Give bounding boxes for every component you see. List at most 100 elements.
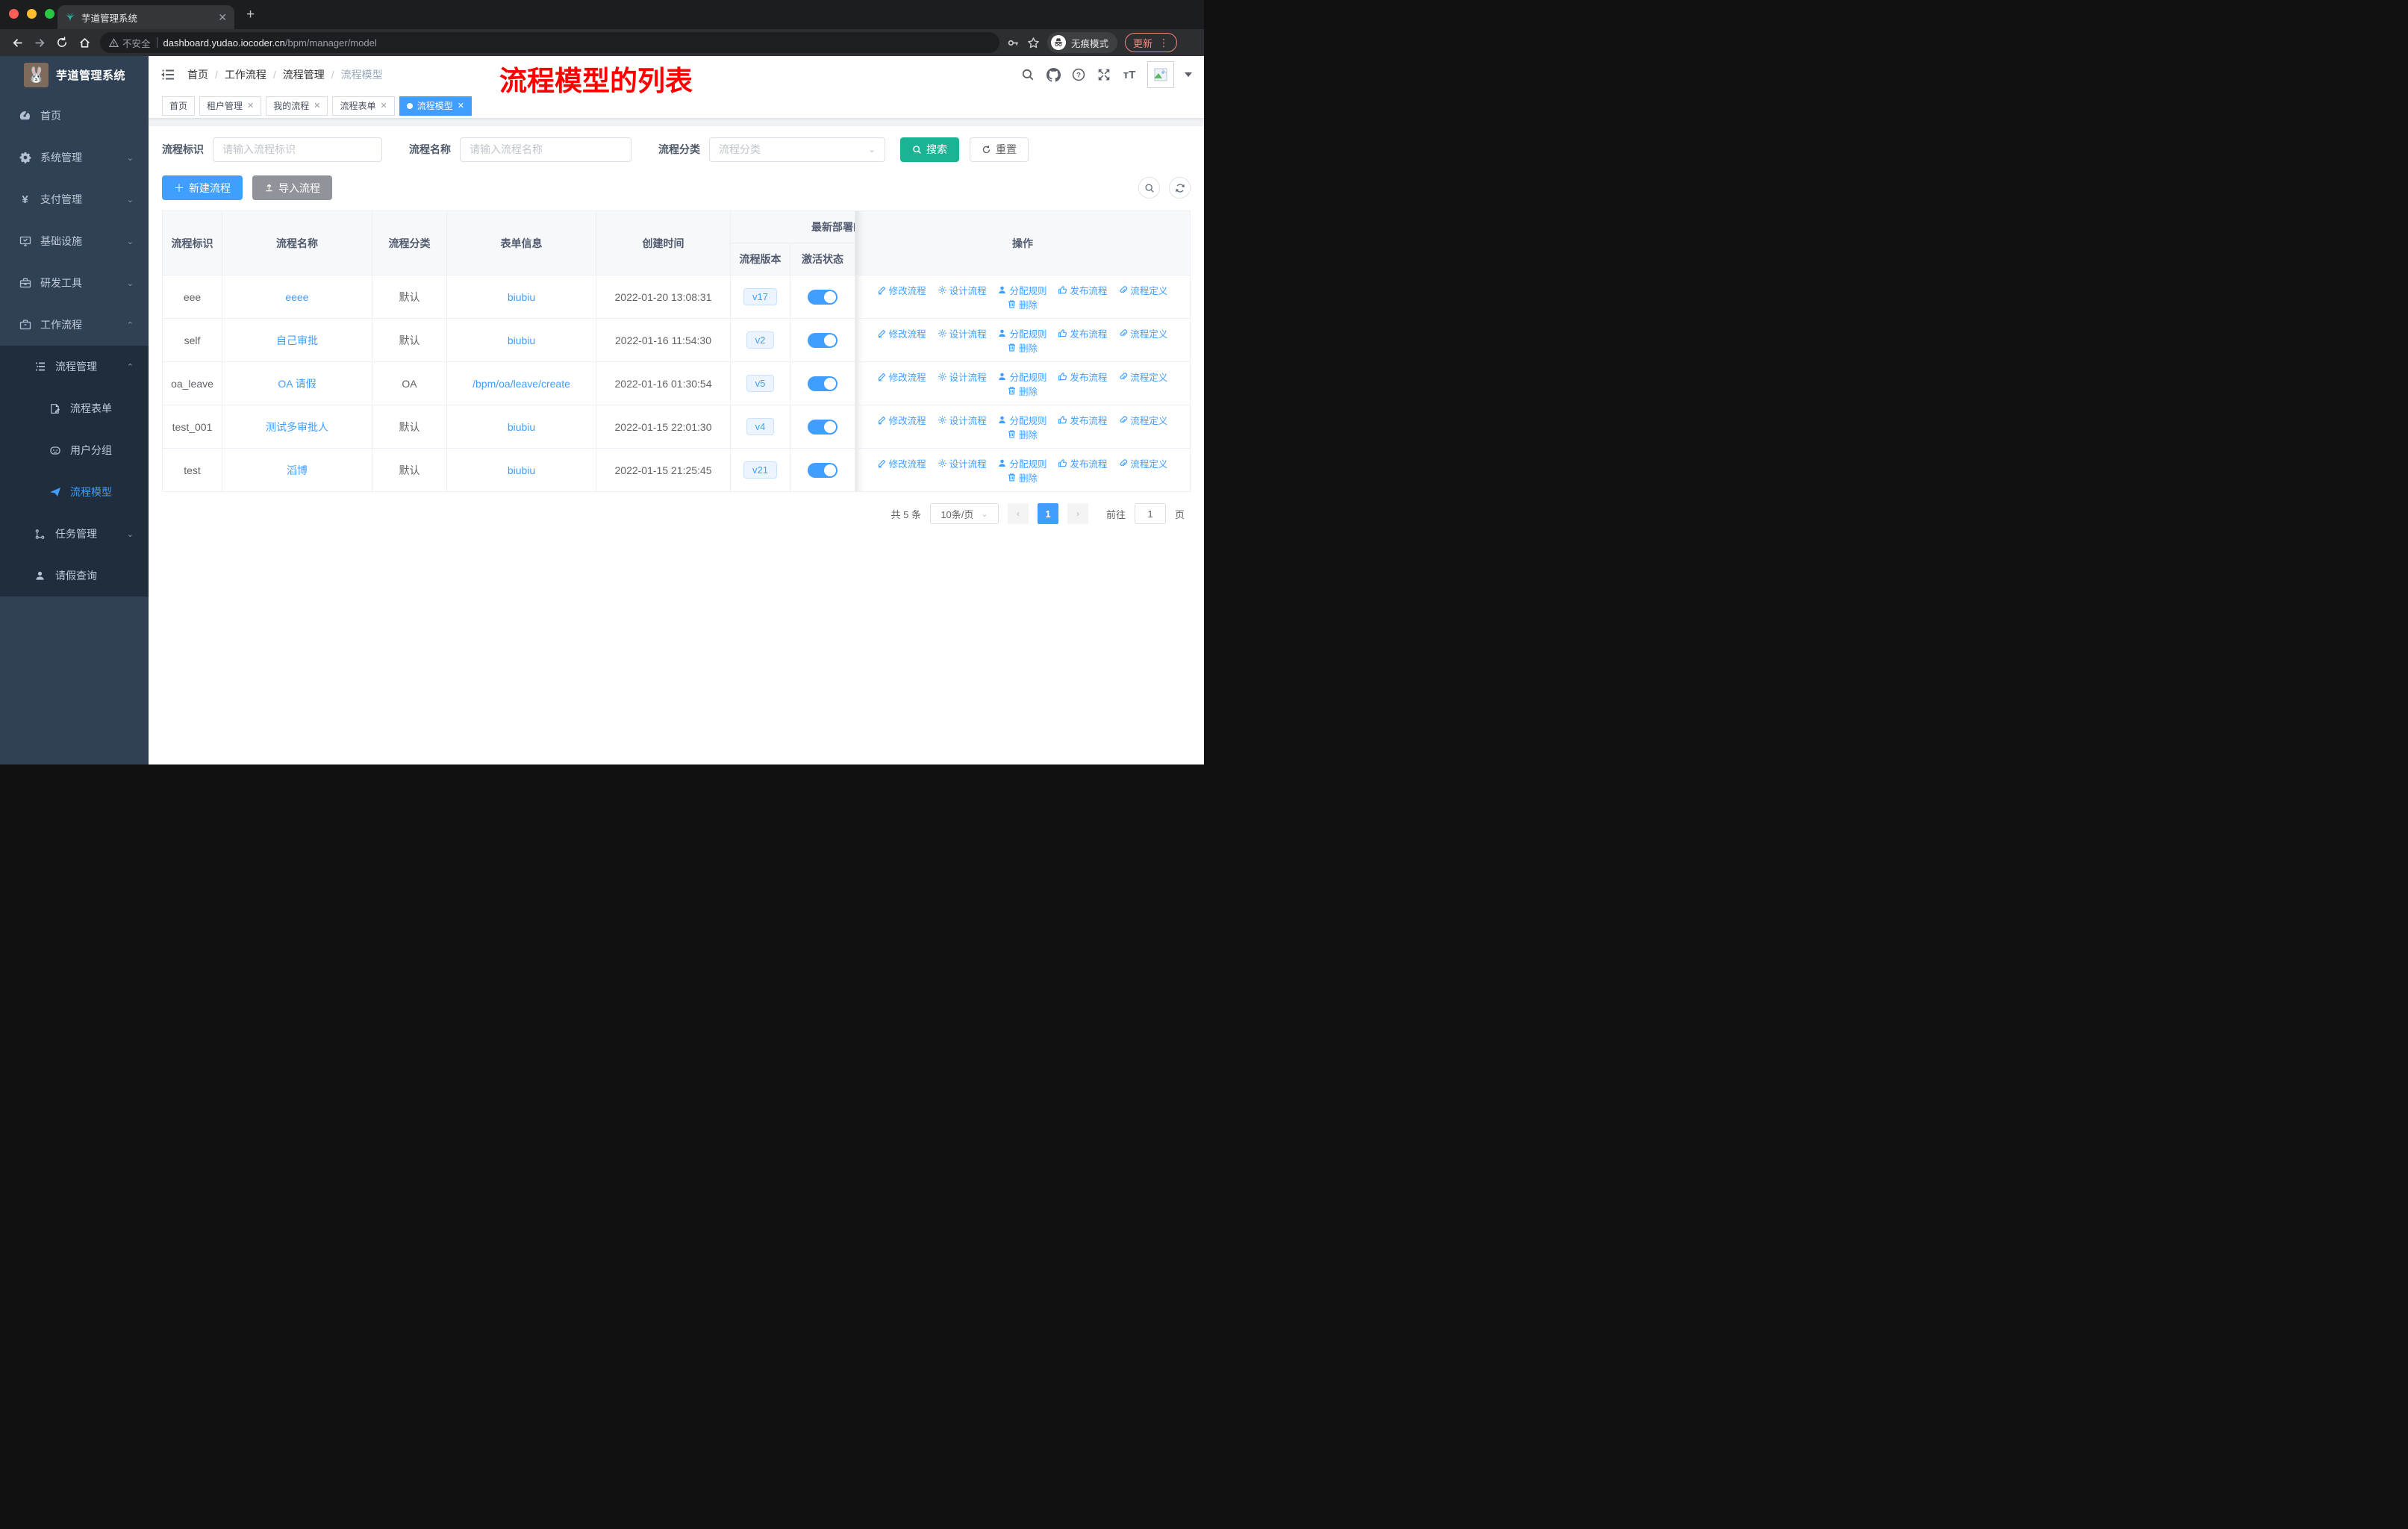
sidebar-item-process-model[interactable]: 流程模型	[0, 471, 149, 513]
process-name-link[interactable]: OA 请假	[278, 378, 316, 390]
tag-close-icon[interactable]: ✕	[458, 101, 464, 110]
bookmark-star-icon[interactable]	[1027, 37, 1040, 49]
home-icon[interactable]	[73, 31, 96, 54]
assign-rule-link[interactable]: 分配规则	[997, 326, 1047, 340]
process-name-link[interactable]: eeee	[285, 291, 308, 303]
tag-close-icon[interactable]: ✕	[314, 101, 320, 110]
sidebar-item-devtools[interactable]: 研发工具 ⌄	[0, 262, 149, 304]
publish-process-link[interactable]: 发布流程	[1058, 370, 1107, 384]
new-tab-button[interactable]: +	[246, 7, 255, 22]
form-info-link[interactable]: /bpm/oa/leave/create	[472, 378, 570, 390]
process-definition-link[interactable]: 流程定义	[1118, 370, 1167, 384]
form-info-link[interactable]: biubiu	[508, 421, 535, 433]
publish-process-link[interactable]: 发布流程	[1058, 326, 1107, 340]
forward-icon[interactable]	[28, 31, 51, 54]
assign-rule-link[interactable]: 分配规则	[997, 283, 1047, 297]
help-icon[interactable]: ?	[1071, 67, 1086, 82]
category-select[interactable]: 流程分类 ⌄	[709, 137, 885, 162]
design-process-link[interactable]: 设计流程	[938, 370, 987, 384]
process-name-link[interactable]: 滔博	[287, 464, 308, 476]
assign-rule-link[interactable]: 分配规则	[997, 456, 1047, 470]
sidebar-item-payment[interactable]: ¥ 支付管理 ⌄	[0, 178, 149, 220]
key-icon[interactable]	[1007, 37, 1020, 49]
form-info-link[interactable]: biubiu	[508, 464, 535, 476]
current-page-button[interactable]: 1	[1037, 503, 1058, 524]
active-toggle[interactable]	[808, 462, 838, 478]
back-icon[interactable]	[6, 31, 28, 54]
sidebar-item-home[interactable]: 首页	[0, 95, 149, 137]
edit-process-link[interactable]: 修改流程	[877, 326, 926, 340]
browser-menu-icon[interactable]: ⋮	[1158, 37, 1169, 49]
edit-process-link[interactable]: 修改流程	[877, 413, 926, 427]
tag-my-process[interactable]: 我的流程 ✕	[266, 96, 328, 116]
publish-process-link[interactable]: 发布流程	[1058, 283, 1107, 297]
show-search-icon[interactable]	[1138, 177, 1160, 199]
process-definition-link[interactable]: 流程定义	[1118, 456, 1167, 470]
edit-process-link[interactable]: 修改流程	[877, 456, 926, 470]
avatar[interactable]	[1147, 61, 1174, 88]
prev-page-button[interactable]: ‹	[1007, 503, 1029, 524]
github-icon[interactable]	[1046, 67, 1061, 82]
tag-tenant[interactable]: 租户管理 ✕	[199, 96, 262, 116]
sidebar-item-system[interactable]: 系统管理 ⌄	[0, 137, 149, 178]
next-page-button[interactable]: ›	[1067, 503, 1088, 524]
maximize-window-button[interactable]	[45, 9, 54, 19]
refresh-icon[interactable]	[1169, 177, 1191, 199]
reload-icon[interactable]	[51, 31, 73, 54]
sidebar-item-task-mgmt[interactable]: 任务管理 ⌄	[0, 513, 149, 555]
url-bar[interactable]: 不安全 dashboard.yudao.iocoder.cn/bpm/manag…	[100, 32, 999, 53]
tag-home[interactable]: 首页	[162, 96, 196, 116]
breadcrumb-workflow[interactable]: 工作流程	[225, 67, 266, 82]
edit-process-link[interactable]: 修改流程	[877, 283, 926, 297]
sidebar-item-workflow[interactable]: 工作流程 ⌃	[0, 304, 149, 346]
search-icon[interactable]	[1020, 67, 1035, 82]
design-process-link[interactable]: 设计流程	[938, 283, 987, 297]
tag-close-icon[interactable]: ✕	[381, 101, 387, 110]
design-process-link[interactable]: 设计流程	[938, 413, 987, 427]
assign-rule-link[interactable]: 分配规则	[997, 413, 1047, 427]
avatar-caret-icon[interactable]	[1185, 72, 1192, 77]
font-size-icon[interactable]: ᴛT	[1122, 67, 1137, 82]
minimize-window-button[interactable]	[27, 9, 37, 19]
sidebar-item-process-form[interactable]: 流程表单	[0, 387, 149, 429]
design-process-link[interactable]: 设计流程	[938, 456, 987, 470]
window-controls[interactable]	[9, 9, 54, 19]
create-process-button[interactable]: ＋ 新建流程	[162, 175, 243, 200]
close-window-button[interactable]	[9, 9, 19, 19]
sidebar-item-user-group[interactable]: 用户分组	[0, 429, 149, 471]
publish-process-link[interactable]: 发布流程	[1058, 413, 1107, 427]
page-size-select[interactable]: 10条/页 ⌄	[929, 503, 999, 524]
edit-process-link[interactable]: 修改流程	[877, 370, 926, 384]
search-button[interactable]: 搜索	[900, 137, 959, 162]
form-info-link[interactable]: biubiu	[508, 334, 535, 346]
delete-link[interactable]: 删除	[1007, 470, 1038, 485]
sidebar-item-process-mgmt[interactable]: 流程管理 ⌃	[0, 346, 149, 387]
import-process-button[interactable]: 导入流程	[252, 175, 332, 200]
process-key-input[interactable]	[213, 137, 382, 162]
breadcrumb-home[interactable]: 首页	[187, 67, 208, 82]
form-info-link[interactable]: biubiu	[508, 291, 535, 303]
breadcrumb-process-mgmt[interactable]: 流程管理	[283, 67, 325, 82]
process-name-link[interactable]: 自己审批	[276, 334, 318, 346]
process-definition-link[interactable]: 流程定义	[1118, 326, 1167, 340]
delete-link[interactable]: 删除	[1007, 427, 1038, 441]
active-toggle[interactable]	[808, 289, 838, 305]
delete-link[interactable]: 删除	[1007, 340, 1038, 355]
assign-rule-link[interactable]: 分配规则	[997, 370, 1047, 384]
process-name-input[interactable]	[460, 137, 631, 162]
publish-process-link[interactable]: 发布流程	[1058, 456, 1107, 470]
fullscreen-icon[interactable]	[1097, 67, 1111, 82]
delete-link[interactable]: 删除	[1007, 297, 1038, 311]
tag-close-icon[interactable]: ✕	[247, 101, 254, 110]
tab-close-icon[interactable]: ✕	[218, 11, 227, 24]
delete-link[interactable]: 删除	[1007, 384, 1038, 398]
active-toggle[interactable]	[808, 376, 838, 391]
security-warning[interactable]: 不安全	[109, 36, 151, 50]
active-toggle[interactable]	[808, 419, 838, 435]
design-process-link[interactable]: 设计流程	[938, 326, 987, 340]
sidebar-item-infra[interactable]: 基础设施 ⌄	[0, 220, 149, 262]
browser-update-button[interactable]: 更新 ⋮	[1125, 33, 1178, 52]
process-definition-link[interactable]: 流程定义	[1118, 283, 1167, 297]
sidebar-item-leave-query[interactable]: 请假查询	[0, 555, 149, 597]
process-definition-link[interactable]: 流程定义	[1118, 413, 1167, 427]
